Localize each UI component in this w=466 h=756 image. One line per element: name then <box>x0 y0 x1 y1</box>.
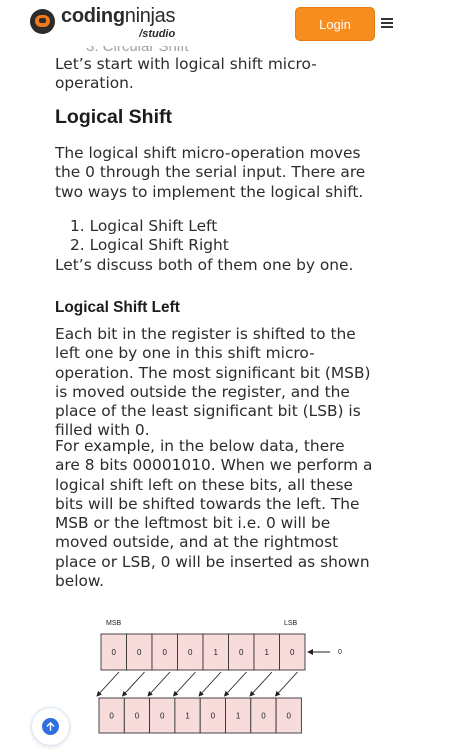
section-paragraph: The logical shift micro-operation moves … <box>55 144 366 201</box>
left-shift-paragraph: Each bit in the register is shifted to t… <box>55 325 371 440</box>
top-register-bit-label: 0 <box>188 648 193 657</box>
subsection-title: Logical Shift Left <box>55 299 180 316</box>
top-register-bit-label: 0 <box>239 648 244 657</box>
register-bottom-row: 0 0 0 1 0 1 0 0 <box>98 697 302 734</box>
bottom-register-bit-label: 0 <box>261 712 266 721</box>
shift-arrow <box>223 671 247 697</box>
top-register-bit-label: 0 <box>137 648 142 657</box>
login-button[interactable]: Login <box>295 7 375 41</box>
bottom-register-bit-label: 0 <box>160 712 165 721</box>
input-zero-label: 0 <box>338 649 342 656</box>
shift-arrow <box>96 671 120 697</box>
section-title: Logical Shift <box>55 106 172 128</box>
example-paragraph: For example, in the below data, there ar… <box>55 437 373 591</box>
bottom-register-bit-label: 0 <box>109 712 114 721</box>
shift-arrow <box>147 671 171 697</box>
logo-sub-text: /studio <box>139 28 176 40</box>
top-register-bit-label: 1 <box>265 648 270 657</box>
scroll-to-top-button[interactable] <box>31 707 70 746</box>
shift-arrow <box>249 671 273 697</box>
lsb-label: LSB <box>284 620 298 627</box>
arrow-up-icon <box>42 718 59 735</box>
intro-text: Let’s start with logical shift micro-ope… <box>55 55 317 93</box>
shift-arrow <box>198 671 222 697</box>
logo-main-thin: ninjas <box>124 5 176 27</box>
top-register-bit-label: 0 <box>112 648 117 657</box>
logo-wordmark: codingninjas /studio <box>61 5 176 40</box>
list-item: 2. Logical Shift Right <box>70 236 229 255</box>
shift-types-list: 1. Logical Shift Left 2. Logical Shift R… <box>70 217 370 256</box>
bottom-register-bit-label: 1 <box>185 712 190 721</box>
list-item: 1. Logical Shift Left <box>70 217 218 235</box>
bottom-register-bit-label: 0 <box>135 712 140 721</box>
shift-arrow <box>121 671 145 697</box>
shift-arrow <box>274 671 298 697</box>
top-register-bit-label: 0 <box>163 648 168 657</box>
bottom-register-bit-label: 0 <box>287 712 292 721</box>
top-register-bit-label: 1 <box>214 648 219 657</box>
msb-label: MSB <box>106 620 122 627</box>
logical-shift-left-diagram: MSB LSB 0 0 0 0 1 0 1 0 0 0 0 1 0 1 0 0 0 <box>96 620 342 734</box>
discuss-text: Let’s discuss both of them one by one. <box>55 256 354 274</box>
ninja-logo-icon <box>30 9 55 34</box>
register-top-row: 0 0 0 0 1 0 1 0 <box>100 633 306 671</box>
hamburger-menu-icon[interactable] <box>381 18 393 28</box>
top-register-bit-label: 0 <box>290 648 295 657</box>
top-header: codingninjas /studio Login <box>0 0 466 46</box>
logo-main-bold: coding <box>61 5 125 27</box>
coding-ninjas-logo[interactable]: codingninjas /studio <box>30 5 176 40</box>
shift-arrow <box>172 671 196 697</box>
bottom-register-bit-label: 0 <box>211 712 216 721</box>
shift-arrows <box>96 671 298 697</box>
logo-main-text: codingninjas <box>61 5 176 27</box>
bottom-register-bit-label: 1 <box>236 712 241 721</box>
